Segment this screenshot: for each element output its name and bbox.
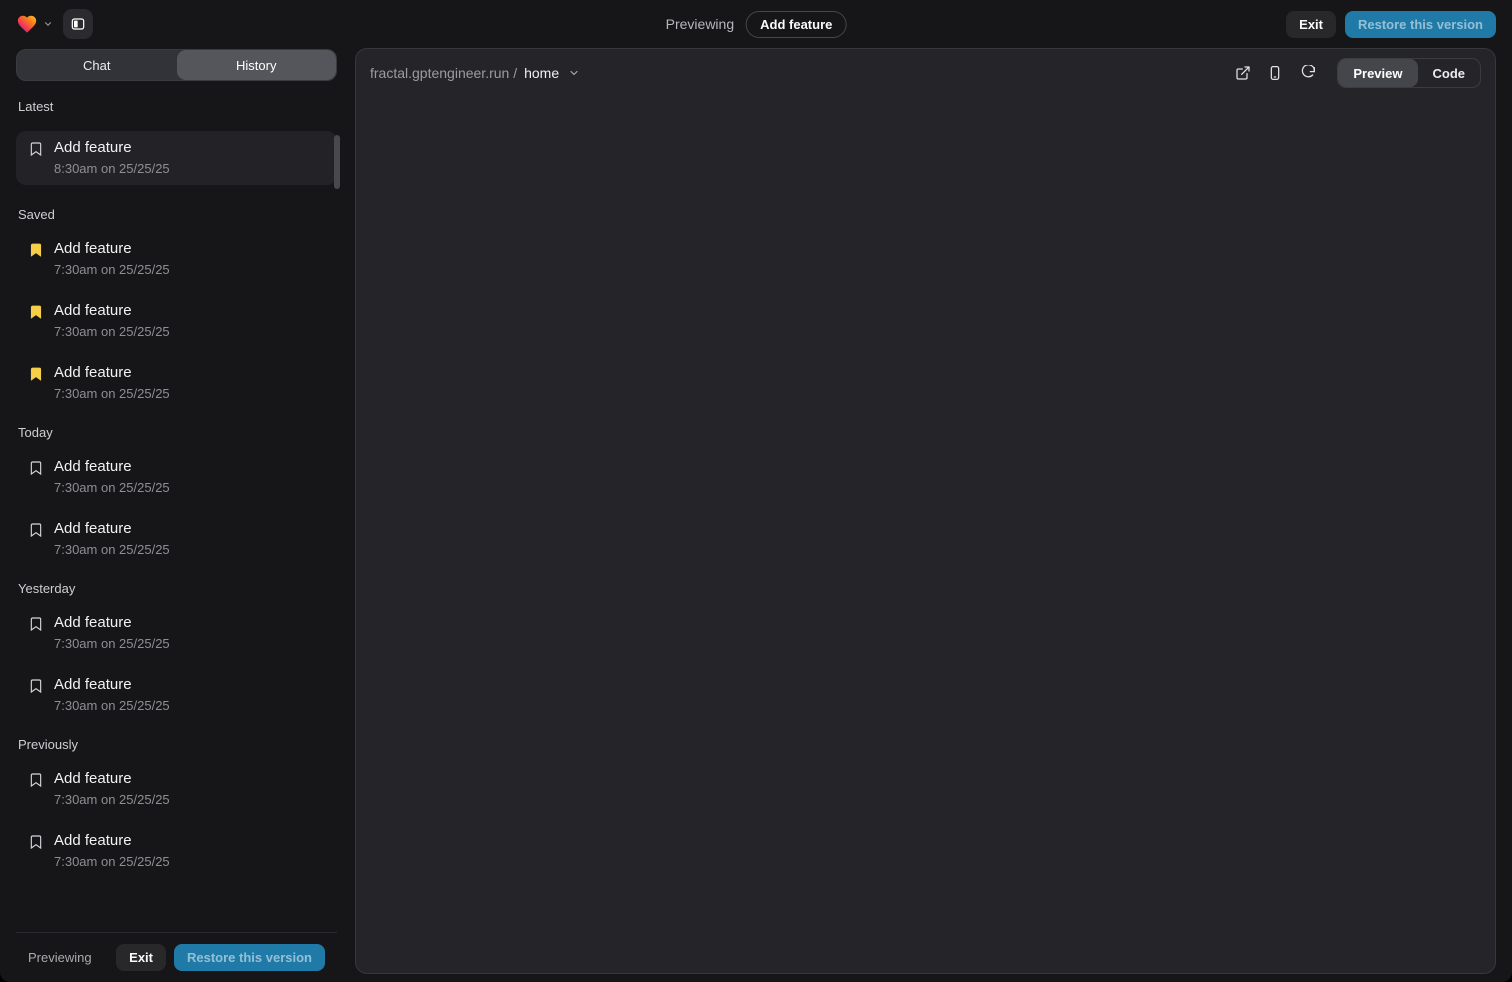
history-item[interactable]: Add feature 7:30am on 25/25/25 [16, 457, 337, 497]
section-items: Add feature 7:30am on 25/25/25 Add featu… [16, 239, 337, 403]
section-label: Yesterday [16, 581, 337, 597]
refresh-button[interactable] [1293, 59, 1321, 87]
history-item-time: 7:30am on 25/25/25 [54, 853, 170, 871]
bookmark-icon [28, 522, 44, 538]
bookmark-icon [28, 772, 44, 788]
section-items: Add feature 7:30am on 25/25/25 Add featu… [16, 457, 337, 559]
chevron-down-icon [43, 19, 53, 29]
previewing-status-label: Previewing [666, 16, 734, 32]
sidebar: Chat History Latest Add feature 8:30am o… [16, 48, 337, 982]
bookmark-icon [28, 366, 44, 382]
lovable-heart-icon [16, 13, 38, 35]
history-section: Today Add feature 7:30am on 25/25/25 Add… [16, 425, 337, 559]
section-items: Add feature 7:30am on 25/25/25 Add featu… [16, 613, 337, 715]
history-item-time: 7:30am on 25/25/25 [54, 635, 170, 653]
history-item-title: Add feature [54, 613, 170, 633]
exit-button[interactable]: Exit [1286, 11, 1336, 38]
section-label: Saved [16, 207, 337, 223]
preview-panel: fractal.gptengineer.run / home [355, 48, 1496, 974]
bookmark-icon [28, 460, 44, 476]
history-item-time: 8:30am on 25/25/25 [54, 160, 170, 178]
url-prefix-label: fractal.gptengineer.run / [370, 65, 517, 81]
bookmark-icon [28, 304, 44, 320]
history-item[interactable]: Add feature 7:30am on 25/25/25 [16, 769, 337, 809]
history-item-title: Add feature [54, 769, 170, 789]
sidebar-footer: Previewing Exit Restore this version [16, 932, 337, 982]
history-item-time: 7:30am on 25/25/25 [54, 791, 170, 809]
history-item-title: Add feature [54, 675, 170, 695]
history-item[interactable]: Add feature 7:30am on 25/25/25 [16, 363, 337, 403]
view-toggle-group: Preview Code [1337, 58, 1481, 88]
restore-version-button[interactable]: Restore this version [1345, 11, 1496, 38]
preview-toolbar: fractal.gptengineer.run / home [356, 49, 1495, 97]
history-item-title: Add feature [54, 519, 170, 539]
history-item[interactable]: Add feature 8:30am on 25/25/25 [16, 131, 337, 185]
history-item[interactable]: Add feature 7:30am on 25/25/25 [16, 675, 337, 715]
section-label: Previously [16, 737, 337, 753]
history-item-time: 7:30am on 25/25/25 [54, 323, 170, 341]
history-section: Previously Add feature 7:30am on 25/25/2… [16, 737, 337, 871]
bookmark-icon [28, 834, 44, 850]
tab-code[interactable]: Code [1418, 59, 1481, 87]
history-item[interactable]: Add feature 7:30am on 25/25/25 [16, 301, 337, 341]
history-section: Yesterday Add feature 7:30am on 25/25/25… [16, 581, 337, 715]
top-header: Previewing Add feature Exit Restore this… [0, 0, 1512, 48]
bookmark-icon [28, 141, 44, 157]
history-item-title: Add feature [54, 457, 170, 477]
history-item-title: Add feature [54, 301, 170, 321]
history-item[interactable]: Add feature 7:30am on 25/25/25 [16, 613, 337, 653]
history-list: Latest Add feature 8:30am on 25/25/25 Sa… [16, 81, 337, 932]
footer-restore-version-button[interactable]: Restore this version [174, 944, 325, 971]
history-item[interactable]: Add feature 7:30am on 25/25/25 [16, 519, 337, 559]
sidebar-scrollbar-thumb[interactable] [334, 135, 340, 189]
preview-viewport [356, 97, 1495, 973]
footer-exit-button[interactable]: Exit [116, 944, 166, 971]
bookmark-icon [28, 242, 44, 258]
history-section: Latest Add feature 8:30am on 25/25/25 [16, 99, 337, 185]
workspace-menu[interactable] [16, 13, 53, 35]
history-item-title: Add feature [54, 831, 170, 851]
history-item-title: Add feature [54, 363, 170, 383]
section-label: Today [16, 425, 337, 441]
history-item[interactable]: Add feature 7:30am on 25/25/25 [16, 239, 337, 279]
tab-history[interactable]: History [177, 50, 337, 80]
bookmark-icon [28, 616, 44, 632]
history-item[interactable]: Add feature 7:30am on 25/25/25 [16, 831, 337, 871]
tab-chat[interactable]: Chat [17, 50, 177, 80]
panel-left-icon [70, 16, 86, 32]
smartphone-icon [1267, 65, 1283, 81]
section-items: Add feature 7:30am on 25/25/25 Add featu… [16, 769, 337, 871]
mobile-view-button[interactable] [1261, 59, 1289, 87]
external-link-icon [1235, 65, 1251, 81]
chevron-down-icon [568, 67, 580, 79]
sidebar-toggle-button[interactable] [63, 9, 93, 39]
url-current-page-label: home [524, 65, 559, 81]
section-items: Add feature 8:30am on 25/25/25 [16, 131, 337, 185]
refresh-icon [1299, 65, 1315, 81]
history-item-time: 7:30am on 25/25/25 [54, 479, 170, 497]
history-item-time: 7:30am on 25/25/25 [54, 541, 170, 559]
bookmark-icon [28, 678, 44, 694]
history-item-title: Add feature [54, 239, 170, 259]
open-in-new-tab-button[interactable] [1229, 59, 1257, 87]
version-badge: Add feature [746, 11, 846, 38]
tab-preview[interactable]: Preview [1338, 59, 1417, 87]
route-selector[interactable]: fractal.gptengineer.run / home [370, 65, 580, 81]
sidebar-tab-group: Chat History [16, 49, 337, 81]
history-section: Saved Add feature 7:30am on 25/25/25 Add… [16, 207, 337, 403]
history-item-time: 7:30am on 25/25/25 [54, 385, 170, 403]
section-label: Latest [16, 99, 337, 115]
history-item-title: Add feature [54, 138, 170, 158]
footer-previewing-label: Previewing [28, 950, 92, 965]
app-window: Previewing Add feature Exit Restore this… [0, 0, 1512, 982]
history-item-time: 7:30am on 25/25/25 [54, 261, 170, 279]
history-item-time: 7:30am on 25/25/25 [54, 697, 170, 715]
